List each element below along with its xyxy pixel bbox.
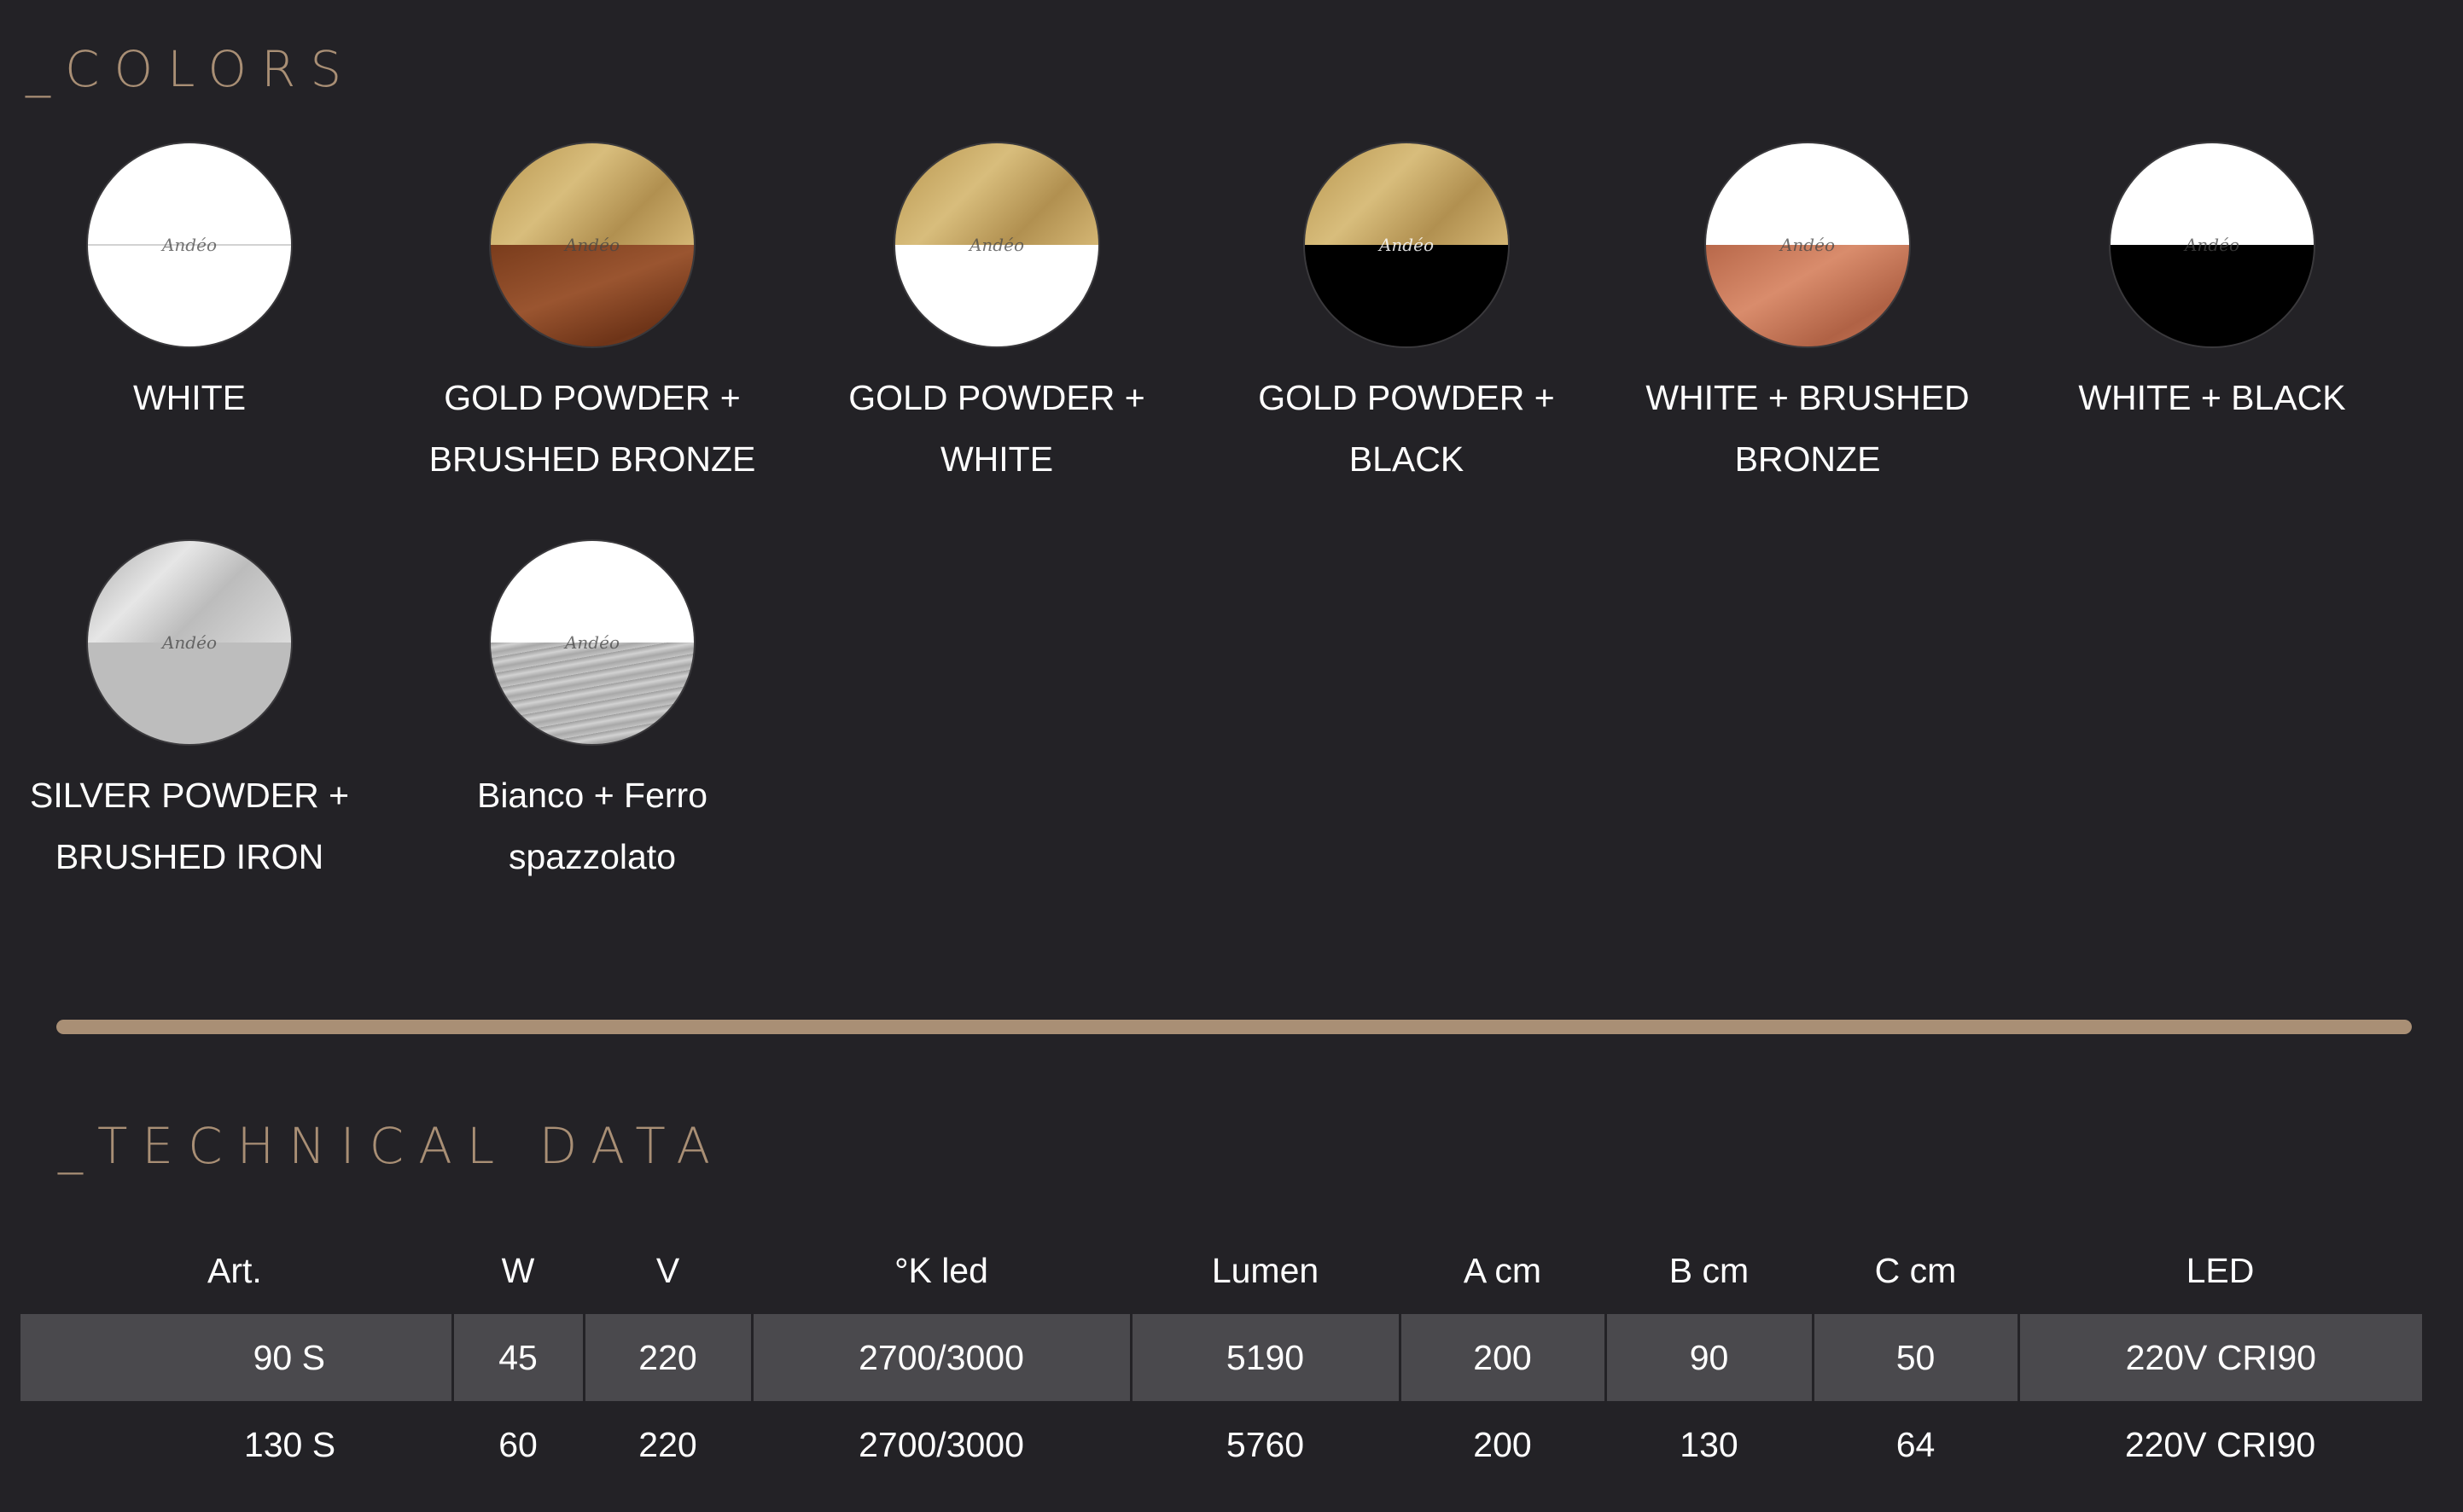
table-header-row: Art. W V °K led Lumen A cm B cm C cm LED: [20, 1227, 2422, 1314]
swatch-disc: Andéo: [894, 142, 1100, 348]
brand-mark: Andéo: [969, 235, 1024, 255]
swatch-disc: Andéo: [1704, 142, 1911, 348]
brand-mark: Andéo: [564, 632, 620, 653]
swatch-gold-powder-brushed-bronze[interactable]: Andéo GOLD POWDER + BRUSHED BRONZE: [413, 142, 772, 490]
swatch-white-black[interactable]: Andéo WHITE + BLACK: [2033, 142, 2391, 428]
table-cell: 220: [638, 1424, 697, 1464]
table-cell: 130 S: [243, 1424, 336, 1464]
column-header: A cm: [1463, 1250, 1542, 1290]
table-row: 90 S 45 220 2700/3000 5190 200 90 50 220…: [20, 1314, 2422, 1401]
table-cell: 64: [1895, 1424, 1936, 1464]
column-header: V: [655, 1250, 680, 1290]
column-header: Art.: [207, 1250, 262, 1290]
table-cell: 200: [1473, 1424, 1532, 1464]
brand-mark: Andéo: [564, 235, 620, 255]
swatch-label: GOLD POWDER + BRUSHED BRONZE: [428, 378, 756, 479]
column-header: °K led: [894, 1250, 988, 1290]
swatch-disc: Andéo: [1303, 142, 1510, 348]
technical-data-table: Art. W V °K led Lumen A cm B cm C cm LED…: [20, 1227, 2422, 1488]
swatch-label: SILVER POWDER + BRUSHED IRON: [29, 776, 350, 876]
swatch-disc: Andéo: [86, 142, 293, 348]
swatch-white-brushed-bronze[interactable]: Andéo WHITE + BRUSHED BRONZE: [1628, 142, 1987, 490]
technical-data-title: _TECHNICAL DATA: [58, 1117, 725, 1175]
swatch-gold-powder-black[interactable]: Andéo GOLD POWDER + BLACK: [1227, 142, 1586, 490]
table-cell: 90: [1604, 1314, 1813, 1401]
brand-mark: Andéo: [2184, 235, 2239, 255]
swatch-disc: Andéo: [2109, 142, 2315, 348]
column-header: LED: [2186, 1250, 2255, 1290]
swatch-label: GOLD POWDER + BLACK: [1258, 378, 1555, 479]
table-cell: 220V CRI90: [2017, 1314, 2422, 1401]
table-row: 130 S 60 220 2700/3000 5760 200 130 64 2…: [20, 1401, 2422, 1488]
section-divider: [56, 1020, 2412, 1034]
table-cell: 200: [1398, 1314, 1605, 1401]
swatch-disc: Andéo: [86, 539, 293, 746]
table-cell: 5760: [1226, 1424, 1305, 1464]
swatch-label: WHITE: [132, 378, 247, 417]
brand-mark: Andéo: [161, 632, 217, 653]
column-header: B cm: [1668, 1250, 1750, 1290]
table-cell: 220V CRI90: [2124, 1424, 2316, 1464]
table-cell: 45: [451, 1314, 584, 1401]
column-header: C cm: [1874, 1250, 1957, 1290]
brand-mark: Andéo: [161, 235, 217, 255]
table-cell: 2700/3000: [859, 1424, 1024, 1464]
swatch-white[interactable]: Andéo WHITE: [10, 142, 369, 428]
table-cell: 60: [498, 1424, 538, 1464]
swatch-gold-powder-white[interactable]: Andéo GOLD POWDER + WHITE: [818, 142, 1176, 490]
swatch-disc: Andéo: [489, 142, 696, 348]
brand-mark: Andéo: [1779, 235, 1835, 255]
table-cell: 130: [1680, 1424, 1738, 1464]
table-cell: 5190: [1129, 1314, 1400, 1401]
table-cell: 50: [1811, 1314, 2018, 1401]
column-header: Lumen: [1211, 1250, 1319, 1290]
table-cell: 220: [582, 1314, 752, 1401]
product-page: _COLORS Andéo WHITE Andéo GOLD POWDER + …: [0, 0, 2463, 1512]
swatch-label: WHITE + BRUSHED BRONZE: [1645, 378, 1970, 479]
column-header: W: [501, 1250, 535, 1290]
colors-section-title: _COLORS: [26, 40, 357, 98]
swatch-disc: Andéo: [489, 539, 696, 746]
brand-mark: Andéo: [1378, 235, 1434, 255]
table-cell: 90 S: [20, 1314, 452, 1401]
swatch-label: WHITE + BLACK: [2078, 378, 2346, 417]
swatch-label: Bianco + Ferro spazzolato: [476, 776, 708, 876]
table-cell: 2700/3000: [750, 1314, 1131, 1401]
swatch-silver-powder-brushed-iron[interactable]: Andéo SILVER POWDER + BRUSHED IRON: [10, 539, 369, 887]
swatch-bianco-ferro-spazzolato[interactable]: Andéo Bianco + Ferro spazzolato: [413, 539, 772, 887]
swatch-label: GOLD POWDER + WHITE: [848, 378, 1145, 479]
